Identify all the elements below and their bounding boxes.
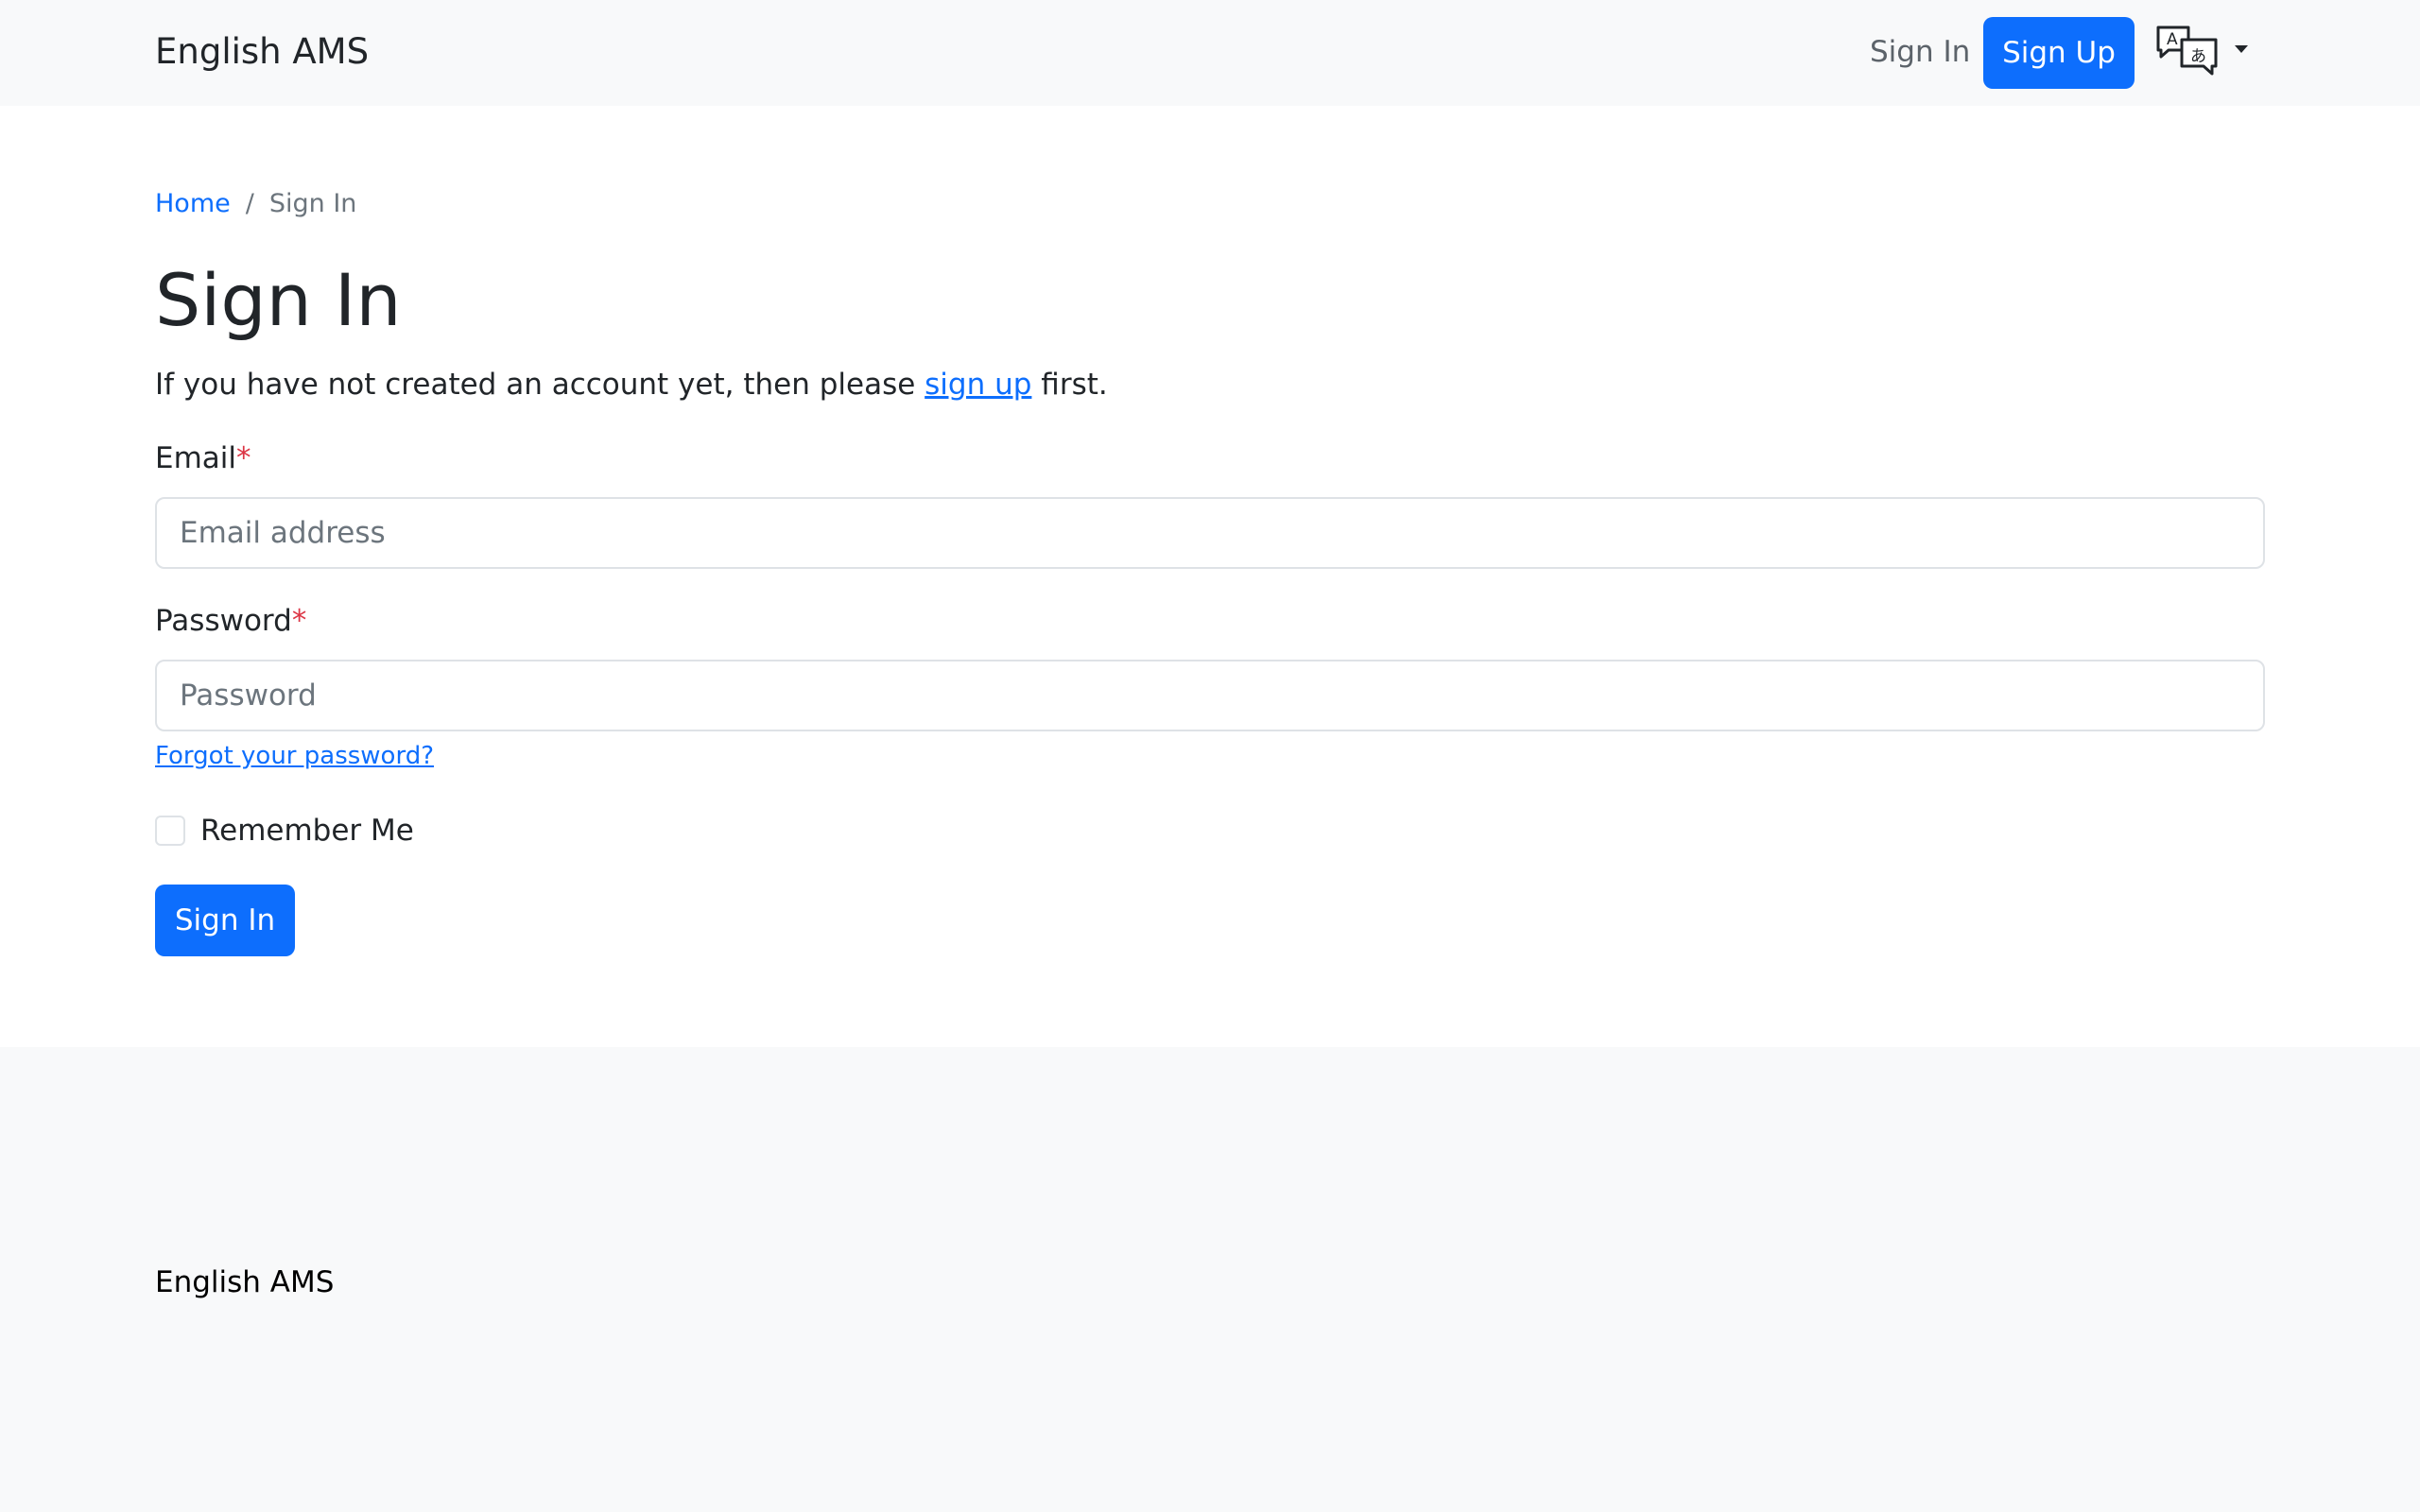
intro-text: If you have not created an account yet, … — [155, 363, 1108, 406]
language-dropdown-toggle[interactable]: A あ — [2155, 25, 2250, 81]
footer: English AMS — [0, 1047, 2420, 1512]
remember-me-checkbox[interactable] — [155, 816, 185, 846]
intro-suffix: first. — [1031, 368, 1108, 402]
email-label-text: Email — [155, 441, 237, 475]
remember-me-label[interactable]: Remember Me — [200, 809, 414, 852]
nav-sign-up-button[interactable]: Sign Up — [1983, 17, 2135, 89]
intro-prefix: If you have not created an account yet, … — [155, 368, 925, 402]
sign-up-link[interactable]: sign up — [925, 368, 1031, 402]
remember-me: Remember Me — [155, 809, 414, 852]
footer-brand: English AMS — [155, 1265, 335, 1299]
sign-in-button[interactable]: Sign In — [155, 885, 295, 956]
translate-icon: A あ — [2156, 26, 2218, 76]
email-label: Email* — [155, 437, 251, 480]
password-field[interactable] — [155, 660, 2265, 731]
password-label: Password* — [155, 599, 306, 643]
required-mark: * — [291, 604, 307, 638]
brand-link[interactable]: English AMS — [155, 26, 369, 77]
svg-text:あ: あ — [2190, 47, 2206, 66]
required-mark: * — [236, 441, 251, 475]
forgot-password-link[interactable]: Forgot your password? — [155, 737, 434, 775]
breadcrumb: Home / Sign In — [155, 185, 356, 223]
email-field[interactable] — [155, 497, 2265, 569]
navbar: English AMS Sign In Sign Up A あ — [0, 0, 2420, 106]
page-title: Sign In — [155, 258, 402, 342]
breadcrumb-home-link[interactable]: Home — [155, 185, 231, 223]
breadcrumb-separator: / — [245, 189, 254, 218]
chevron-down-icon — [2235, 45, 2248, 53]
breadcrumb-current: Sign In — [268, 189, 357, 218]
password-label-text: Password — [155, 604, 292, 638]
svg-text:A: A — [2167, 30, 2178, 49]
nav-sign-in-link[interactable]: Sign In — [1870, 28, 1970, 76]
